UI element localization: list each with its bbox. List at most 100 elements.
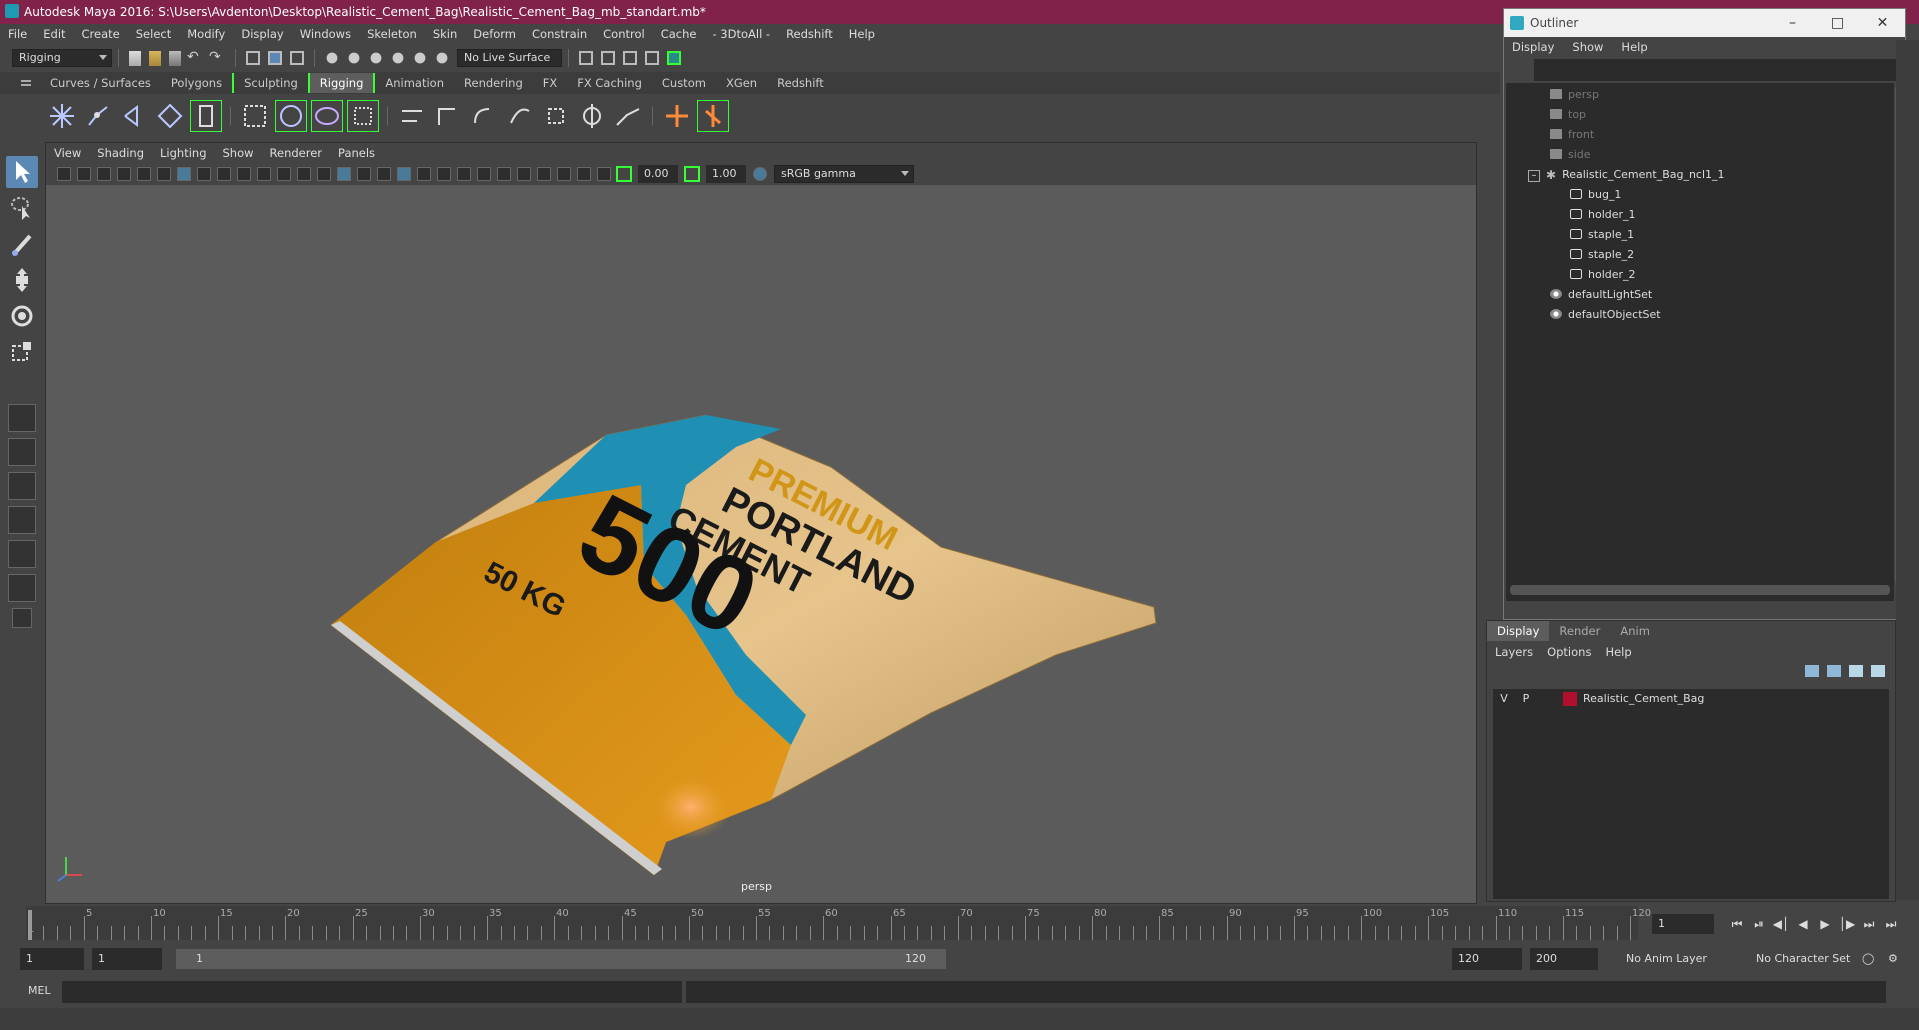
tab-custom[interactable]: Custom bbox=[652, 73, 716, 93]
image-plane-icon[interactable] bbox=[117, 167, 131, 181]
tab-fx[interactable]: FX bbox=[533, 73, 568, 93]
new-layer-selected-icon[interactable] bbox=[1871, 665, 1885, 677]
tab-animation[interactable]: Animation bbox=[375, 73, 454, 93]
render-current-icon[interactable] bbox=[579, 51, 593, 65]
current-frame-field[interactable]: 1 bbox=[1652, 914, 1714, 934]
side-by-side-layout-button[interactable] bbox=[8, 472, 36, 500]
menu-display[interactable]: Display bbox=[241, 27, 283, 41]
layer-visibility-toggle[interactable]: V bbox=[1493, 689, 1515, 709]
menu-redshift[interactable]: Redshift bbox=[786, 27, 833, 41]
outliner-item-bug-1[interactable]: bug_1 bbox=[1570, 185, 1621, 205]
safe-action-icon[interactable] bbox=[277, 167, 291, 181]
motion-blur-icon[interactable] bbox=[477, 167, 491, 181]
redo-icon[interactable]: ↷ bbox=[209, 49, 227, 67]
select-hierarchy-icon[interactable] bbox=[246, 51, 260, 65]
paint-weights-icon[interactable] bbox=[311, 100, 343, 132]
parent-constraint-icon[interactable] bbox=[505, 101, 535, 131]
scale-constraint-icon[interactable] bbox=[541, 101, 571, 131]
viewport-menu-panels[interactable]: Panels bbox=[338, 146, 375, 160]
tab-xgen[interactable]: XGen bbox=[716, 73, 767, 93]
ik-handle-icon[interactable] bbox=[83, 101, 113, 131]
snap-live-icon[interactable] bbox=[433, 49, 451, 67]
layout-options-button[interactable] bbox=[12, 608, 32, 628]
select-component-icon[interactable] bbox=[290, 51, 304, 65]
command-input[interactable] bbox=[62, 981, 682, 1003]
go-to-end-icon[interactable]: ⏭ bbox=[1880, 914, 1902, 934]
layer-menu-options[interactable]: Options bbox=[1547, 645, 1591, 659]
shelf-menu-button[interactable] bbox=[0, 72, 40, 94]
new-scene-icon[interactable] bbox=[129, 50, 141, 66]
step-back-key-icon[interactable]: ◀│ bbox=[1770, 914, 1792, 934]
screen-space-ao-icon[interactable] bbox=[457, 167, 471, 181]
close-button[interactable]: ✕ bbox=[1860, 9, 1905, 37]
lasso-tool-icon[interactable] bbox=[6, 192, 38, 224]
persp-outliner-layout-button[interactable] bbox=[8, 506, 36, 534]
grease-pencil-icon[interactable] bbox=[157, 167, 171, 181]
layer-menu-layers[interactable]: Layers bbox=[1495, 645, 1533, 659]
blend-shape-icon[interactable] bbox=[697, 100, 729, 132]
tab-rendering[interactable]: Rendering bbox=[454, 73, 533, 93]
pole-vector-icon[interactable] bbox=[613, 101, 643, 131]
outliner-menu-help[interactable]: Help bbox=[1621, 40, 1647, 54]
lattice-icon[interactable] bbox=[397, 101, 427, 131]
persp-graph-layout-button[interactable] bbox=[8, 540, 36, 568]
menuset-dropdown[interactable]: Rigging bbox=[12, 49, 112, 67]
anim-prefs-icon[interactable]: ⚙ bbox=[1888, 948, 1898, 970]
hypershade-layout-button[interactable] bbox=[8, 574, 36, 602]
render-view-icon[interactable] bbox=[667, 51, 681, 65]
rotate-tool-icon[interactable] bbox=[6, 300, 38, 332]
menu-cache[interactable]: Cache bbox=[661, 27, 697, 41]
shadows-icon[interactable] bbox=[437, 167, 451, 181]
go-to-start-icon[interactable]: ⏮ bbox=[1726, 914, 1748, 934]
snap-point-icon[interactable] bbox=[367, 49, 385, 67]
step-forward-key-icon[interactable]: │▶ bbox=[1836, 914, 1858, 934]
live-surface-field[interactable]: No Live Surface bbox=[457, 49, 562, 67]
move-layer-up-icon[interactable] bbox=[1805, 665, 1819, 677]
menu-constrain[interactable]: Constrain bbox=[532, 27, 587, 41]
step-forward-icon[interactable]: ⏭ bbox=[1858, 914, 1880, 934]
maximize-button[interactable]: □ bbox=[1815, 9, 1860, 37]
menu-3dtoall[interactable]: - 3DtoAll - bbox=[712, 27, 770, 41]
layer-playback-toggle[interactable]: P bbox=[1515, 689, 1537, 709]
snap-grid-icon[interactable] bbox=[323, 49, 341, 67]
bind-skin-icon[interactable] bbox=[240, 101, 270, 131]
start-time-field[interactable]: 1 bbox=[20, 948, 84, 970]
bookmark-icon[interactable] bbox=[97, 167, 111, 181]
outliner-item-holder-1[interactable]: holder_1 bbox=[1570, 205, 1636, 225]
outliner-item-default-light-set[interactable]: defaultLightSet bbox=[1550, 285, 1652, 305]
film-gate-icon[interactable] bbox=[197, 167, 211, 181]
xray-joints-icon[interactable] bbox=[577, 167, 591, 181]
tab-rigging[interactable]: Rigging bbox=[307, 73, 376, 93]
viewport-menu-view[interactable]: View bbox=[54, 146, 81, 160]
gate-mask-icon[interactable] bbox=[237, 167, 251, 181]
viewport-canvas[interactable]: PREMIUM PORTLAND CEMENT 500 50 KG persp bbox=[46, 185, 1476, 903]
tab-sculpting[interactable]: Sculpting bbox=[232, 73, 308, 93]
xray-icon[interactable] bbox=[557, 167, 571, 181]
outliner-item-staple-1[interactable]: staple_1 bbox=[1570, 225, 1634, 245]
command-language-label[interactable]: MEL bbox=[28, 984, 51, 997]
paint-select-icon[interactable] bbox=[6, 228, 38, 260]
orient-constraint-icon[interactable] bbox=[469, 101, 499, 131]
humanik-icon[interactable] bbox=[190, 100, 222, 132]
menu-modify[interactable]: Modify bbox=[187, 27, 225, 41]
color-space-dropdown[interactable]: sRGB gamma bbox=[774, 165, 914, 183]
exposure-field[interactable]: 0.00 bbox=[638, 165, 678, 183]
menu-deform[interactable]: Deform bbox=[473, 27, 516, 41]
tab-redshift[interactable]: Redshift bbox=[767, 73, 834, 93]
tab-render-layers[interactable]: Render bbox=[1549, 621, 1610, 641]
play-forward-icon[interactable]: ▶ bbox=[1814, 914, 1836, 934]
outliner-item-staple-2[interactable]: staple_2 bbox=[1570, 245, 1634, 265]
outliner-item-front[interactable]: front bbox=[1550, 125, 1594, 145]
menu-skeleton[interactable]: Skeleton bbox=[367, 27, 417, 41]
auto-key-icon[interactable]: ◯ bbox=[1862, 948, 1874, 970]
tab-polygons[interactable]: Polygons bbox=[161, 73, 232, 93]
outliner-search-field[interactable] bbox=[1534, 59, 1901, 81]
tab-display-layers[interactable]: Display bbox=[1487, 621, 1550, 641]
four-pane-layout-button[interactable] bbox=[8, 438, 36, 466]
time-slider[interactable]: 1510152025303540455055606570758085909510… bbox=[0, 906, 1919, 940]
hypershade-icon[interactable] bbox=[645, 51, 659, 65]
safe-title-icon[interactable] bbox=[297, 167, 311, 181]
use-all-lights-icon[interactable] bbox=[417, 167, 431, 181]
textured-icon[interactable] bbox=[397, 167, 411, 181]
camera-attributes-icon[interactable] bbox=[77, 167, 91, 181]
